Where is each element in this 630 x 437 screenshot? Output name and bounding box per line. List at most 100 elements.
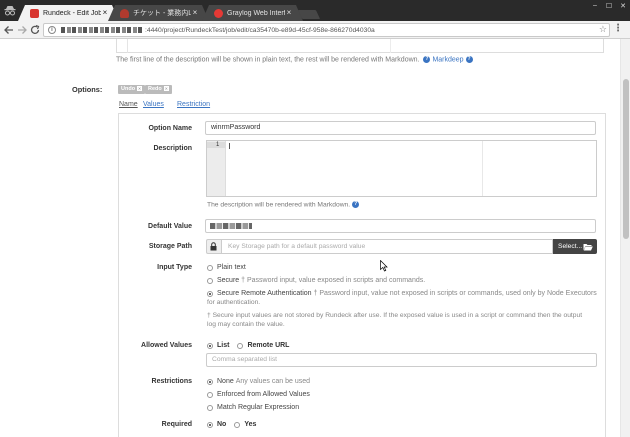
browser-title-bar: Rundeck - Edit Job × チケット - 業務内LAN運行 × G… — [0, 0, 630, 21]
editor-gutter: 1 — [207, 141, 226, 196]
job-description-editor[interactable] — [116, 39, 604, 53]
radio-label: Enforced from Allowed Values — [217, 391, 310, 398]
header-name-link[interactable]: Name — [119, 101, 138, 108]
radio-required-no[interactable] — [207, 421, 213, 428]
radio-secure[interactable] — [207, 277, 213, 284]
radio-required-yes[interactable] — [234, 421, 241, 428]
back-arrow-icon[interactable] — [3, 24, 15, 36]
redo-label: Redo — [148, 86, 162, 92]
radio-label: Plain text — [217, 264, 246, 271]
required-options: No Yes — [207, 421, 256, 428]
undo-label: Undo — [121, 86, 136, 92]
radio-label[interactable]: Remote URL — [247, 342, 289, 349]
close-window-icon[interactable]: ✕ — [616, 0, 630, 11]
storage-path-label: Storage Path — [148, 243, 192, 250]
restriction-regex[interactable]: Match Regular Expression — [207, 404, 299, 411]
scrollbar-thumb[interactable] — [623, 79, 629, 239]
redo-button[interactable]: Redo ✕ — [145, 85, 172, 94]
remote-description: † Password input, value not exposed in s… — [313, 290, 597, 297]
tab-rundeck-edit-job[interactable]: Rundeck - Edit Job × — [18, 5, 119, 21]
secure-note-line1: † Secure input values are not stored by … — [207, 312, 583, 319]
ticket-favicon-icon — [120, 9, 129, 18]
editor-print-margin — [482, 141, 483, 196]
tab-label: Graylog Web Interface — [227, 9, 285, 17]
tab-label: Rundeck - Edit Job — [43, 9, 101, 17]
graylog-favicon-icon — [214, 9, 223, 18]
input-type-plain[interactable]: Plain text — [207, 264, 246, 271]
description-help-text: The first line of the description will b… — [116, 56, 475, 63]
allowed-values-options: List Remote URL — [207, 342, 289, 349]
restriction-enforced[interactable]: Enforced from Allowed Values — [207, 391, 310, 398]
input-type-remote[interactable]: Secure Remote Authentication † Password … — [207, 290, 597, 297]
help-text: The first line of the description will b… — [116, 56, 420, 64]
radio-remote-url[interactable] — [237, 342, 244, 349]
help-question-icon[interactable]: ? — [465, 56, 473, 63]
line-number: 1 — [207, 142, 226, 148]
header-restriction-link[interactable]: Restriction — [177, 101, 210, 108]
help-question-icon[interactable]: ? — [423, 56, 431, 63]
radio-none[interactable] — [207, 378, 213, 385]
radio-list[interactable] — [207, 342, 213, 349]
tab-close-icon[interactable]: × — [101, 9, 109, 17]
minimize-icon[interactable]: – — [588, 0, 602, 11]
lock-icon — [210, 242, 217, 251]
allowed-values-label: Allowed Values — [141, 342, 192, 349]
restrictions-label: Restrictions — [151, 378, 192, 385]
description-label: Description — [153, 145, 192, 152]
radio-label[interactable]: Yes — [244, 421, 256, 428]
radio-secure-remote[interactable] — [207, 290, 213, 297]
tab-ticket[interactable]: チケット - 業務内LAN運行 × — [108, 5, 209, 21]
radio-label[interactable]: List — [217, 342, 229, 349]
editor-print-margin — [390, 39, 391, 53]
redo-icon: ✕ — [163, 86, 169, 92]
radio-label: Secure Remote Authentication — [217, 290, 312, 297]
incognito-icon — [4, 6, 16, 16]
tab-close-icon[interactable]: × — [191, 9, 199, 17]
help-question-icon[interactable]: ? — [352, 201, 360, 208]
markdeep-link[interactable]: Markdeep — [432, 56, 463, 63]
forward-arrow-icon[interactable] — [16, 24, 28, 36]
new-tab-button[interactable] — [297, 10, 321, 19]
star-icon[interactable]: ☆ — [599, 24, 607, 35]
secure-note-line2: log may contain the value. — [207, 321, 285, 328]
none-description: Any values can be used — [235, 378, 311, 385]
reload-icon[interactable] — [29, 24, 41, 36]
header-values-link[interactable]: Values — [143, 101, 164, 108]
radio-enforced[interactable] — [207, 391, 213, 398]
mouse-cursor-icon — [380, 260, 388, 272]
storage-path-input[interactable]: Key Storage path for a default password … — [221, 239, 553, 254]
url-path: :4440/project/RundeckTest/job/edit/ca354… — [145, 26, 375, 34]
folder-open-icon — [583, 244, 593, 251]
options-label: Options: — [72, 85, 103, 94]
option-name-input[interactable]: winrmPassword — [205, 121, 596, 135]
radio-label: Secure — [217, 277, 240, 284]
maximize-icon[interactable]: ☐ — [602, 0, 616, 11]
address-bar[interactable]: i :4440/project/RundeckTest/job/edit/ca3… — [43, 23, 610, 37]
help-text: The description will be rendered with Ma… — [207, 201, 351, 209]
radio-regex[interactable] — [207, 404, 213, 411]
radio-label: Match Regular Expression — [217, 404, 300, 411]
url-host-redacted — [61, 27, 143, 33]
tab-close-icon[interactable]: × — [285, 9, 293, 17]
page-scrollbar[interactable] — [620, 39, 630, 437]
radio-label[interactable]: No — [217, 421, 226, 428]
radio-label: None — [217, 378, 234, 385]
restriction-none[interactable]: None Any values can be used — [207, 378, 310, 385]
tab-label: チケット - 業務内LAN運行 — [133, 10, 191, 17]
secure-description: † Password input, value exposed in scrip… — [241, 277, 426, 284]
description-markdown-help: The description will be rendered with Ma… — [207, 201, 361, 208]
radio-plain[interactable] — [207, 264, 213, 271]
input-type-secure[interactable]: Secure † Password input, value exposed i… — [207, 277, 425, 284]
kebab-menu-icon[interactable]: ⋮ — [613, 23, 623, 34]
remote-description-cont: for authentication. — [207, 299, 261, 306]
info-icon[interactable]: i — [48, 26, 56, 34]
editor-gutter-divider — [127, 39, 128, 53]
allowed-values-input[interactable]: Comma separated list — [206, 353, 597, 367]
select-label: Select... — [558, 243, 583, 250]
tab-graylog[interactable]: Graylog Web Interface × — [202, 5, 303, 21]
default-value-input[interactable] — [205, 219, 596, 233]
default-value-label: Default Value — [148, 223, 192, 230]
select-storage-button[interactable]: Select... — [553, 239, 597, 254]
option-description-editor[interactable]: 1 — [206, 140, 597, 197]
undo-button[interactable]: Undo ✕ — [118, 85, 146, 94]
